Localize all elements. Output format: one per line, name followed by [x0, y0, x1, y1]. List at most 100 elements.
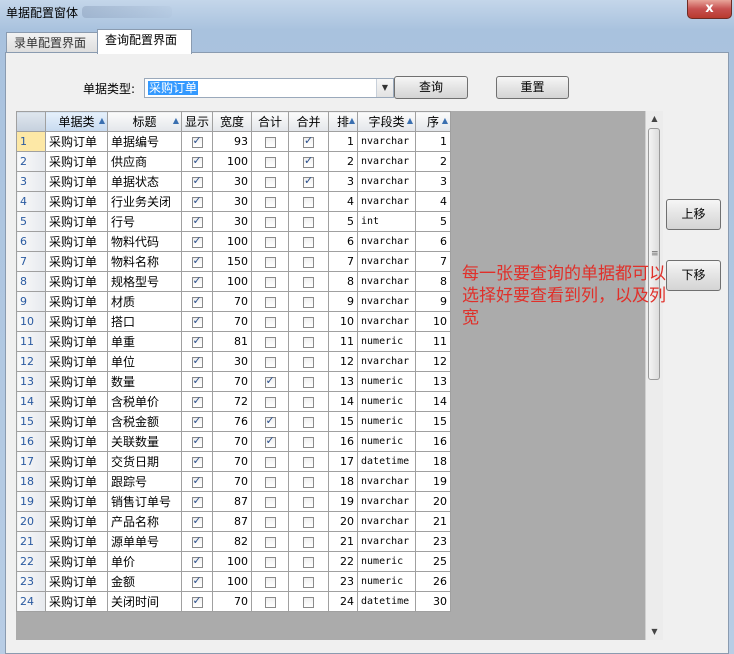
cell-sum[interactable]	[251, 171, 290, 192]
checkbox[interactable]	[191, 174, 203, 188]
cell-doc-type[interactable]: 采购订单	[45, 131, 108, 152]
cell-merge[interactable]	[288, 471, 330, 492]
cell-doc-type[interactable]: 采购订单	[45, 551, 108, 572]
cell-show[interactable]	[180, 171, 214, 192]
cell-field-type[interactable]: nvarchar	[357, 171, 417, 192]
cell-field-type[interactable]: numeric	[357, 391, 417, 412]
cell-doc-type[interactable]: 采购订单	[45, 351, 108, 372]
cell-field-type[interactable]: numeric	[357, 551, 417, 572]
cell-sum[interactable]	[251, 291, 290, 312]
row-number[interactable]: 8	[16, 271, 46, 292]
checkbox[interactable]	[264, 256, 276, 268]
cell-sum[interactable]	[251, 191, 290, 212]
cell-seq[interactable]: 16	[415, 431, 452, 452]
cell-title[interactable]: 交货日期	[107, 451, 182, 472]
cell-doc-type[interactable]: 采购订单	[45, 171, 108, 192]
cell-sort-order[interactable]: 12	[328, 351, 359, 372]
checkbox[interactable]	[303, 376, 315, 388]
checkbox[interactable]	[191, 214, 203, 228]
cell-show[interactable]	[180, 211, 214, 232]
cell-doc-type[interactable]: 采购订单	[45, 591, 108, 612]
cell-field-type[interactable]: nvarchar	[357, 531, 417, 552]
cell-seq[interactable]: 5	[415, 211, 452, 232]
checkbox[interactable]	[303, 456, 315, 468]
cell-sort-order[interactable]: 7	[328, 251, 359, 272]
row-number[interactable]: 16	[16, 431, 46, 452]
col-header-merge[interactable]: 合并	[288, 111, 330, 132]
cell-merge[interactable]	[288, 131, 330, 152]
cell-sum[interactable]	[251, 451, 290, 472]
cell-field-type[interactable]: numeric	[357, 411, 417, 432]
checkbox[interactable]	[303, 476, 315, 488]
cell-seq[interactable]: 3	[415, 171, 452, 192]
cell-doc-type[interactable]: 采购订单	[45, 231, 108, 252]
cell-show[interactable]	[180, 571, 214, 592]
cell-seq[interactable]: 26	[415, 571, 452, 592]
cell-doc-type[interactable]: 采购订单	[45, 191, 108, 212]
cell-sort-order[interactable]: 5	[328, 211, 359, 232]
row-number[interactable]: 11	[16, 331, 46, 352]
checkbox[interactable]	[303, 536, 315, 548]
cell-field-type[interactable]: numeric	[357, 371, 417, 392]
cell-width[interactable]: 76	[212, 411, 253, 432]
row-number[interactable]: 13	[16, 371, 46, 392]
cell-seq[interactable]: 10	[415, 311, 452, 332]
col-header-width[interactable]: 宽度	[212, 111, 253, 132]
checkbox[interactable]	[264, 596, 276, 608]
cell-title[interactable]: 物料代码	[107, 231, 182, 252]
cell-show[interactable]	[180, 551, 214, 572]
cell-show[interactable]	[180, 231, 214, 252]
cell-show[interactable]	[180, 371, 214, 392]
cell-field-type[interactable]: nvarchar	[357, 191, 417, 212]
row-number[interactable]: 15	[16, 411, 46, 432]
cell-width[interactable]: 150	[212, 251, 253, 272]
cell-title[interactable]: 搭口	[107, 311, 182, 332]
cell-width[interactable]: 70	[212, 291, 253, 312]
cell-field-type[interactable]: nvarchar	[357, 511, 417, 532]
checkbox[interactable]	[303, 316, 315, 328]
cell-width[interactable]: 100	[212, 571, 253, 592]
checkbox[interactable]	[303, 436, 315, 448]
checkbox[interactable]	[264, 396, 276, 408]
cell-sort-order[interactable]: 15	[328, 411, 359, 432]
table-row[interactable]: 8采购订单规格型号1008nvarchar8	[16, 271, 452, 292]
table-row[interactable]: 24采购订单关闭时间7024datetime30	[16, 591, 452, 612]
checkbox[interactable]	[191, 314, 203, 328]
cell-title[interactable]: 规格型号	[107, 271, 182, 292]
checkbox[interactable]	[264, 236, 276, 248]
table-row[interactable]: 11采购订单单重8111numeric11	[16, 331, 452, 352]
cell-doc-type[interactable]: 采购订单	[45, 471, 108, 492]
cell-title[interactable]: 单位	[107, 351, 182, 372]
cell-title[interactable]: 单价	[107, 551, 182, 572]
checkbox[interactable]	[264, 374, 276, 388]
table-row[interactable]: 5采购订单行号305int5	[16, 211, 452, 232]
cell-merge[interactable]	[288, 431, 330, 452]
cell-sum[interactable]	[251, 551, 290, 572]
cell-field-type[interactable]: nvarchar	[357, 151, 417, 172]
cell-sort-order[interactable]: 8	[328, 271, 359, 292]
cell-doc-type[interactable]: 采购订单	[45, 151, 108, 172]
checkbox[interactable]	[191, 454, 203, 468]
cell-sum[interactable]	[251, 371, 290, 392]
cell-sort-order[interactable]: 14	[328, 391, 359, 412]
col-header-sum[interactable]: 合计	[251, 111, 290, 132]
cell-merge[interactable]	[288, 571, 330, 592]
cell-sort-order[interactable]: 16	[328, 431, 359, 452]
table-row[interactable]: 10采购订单搭口7010nvarchar10	[16, 311, 452, 332]
cell-seq[interactable]: 2	[415, 151, 452, 172]
cell-merge[interactable]	[288, 231, 330, 252]
cell-field-type[interactable]: nvarchar	[357, 311, 417, 332]
cell-field-type[interactable]: nvarchar	[357, 271, 417, 292]
table-row[interactable]: 14采购订单含税单价7214numeric14	[16, 391, 452, 412]
cell-width[interactable]: 72	[212, 391, 253, 412]
checkbox[interactable]	[264, 434, 276, 448]
checkbox[interactable]	[191, 234, 203, 248]
cell-field-type[interactable]: int	[357, 211, 417, 232]
cell-field-type[interactable]: nvarchar	[357, 471, 417, 492]
checkbox[interactable]	[303, 276, 315, 288]
table-row[interactable]: 15采购订单含税金额7615numeric15	[16, 411, 452, 432]
cell-width[interactable]: 70	[212, 451, 253, 472]
cell-merge[interactable]	[288, 251, 330, 272]
checkbox[interactable]	[191, 434, 203, 448]
checkbox[interactable]	[264, 156, 276, 168]
